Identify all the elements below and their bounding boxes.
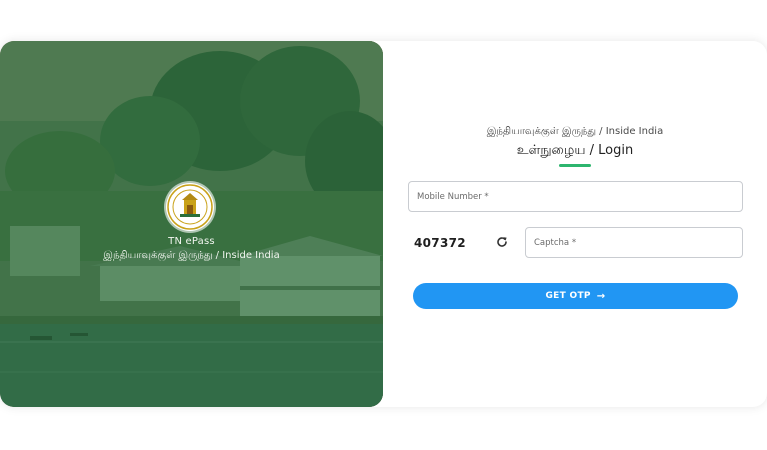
hero-subtitle: இந்தியாவுக்குள் இருந்து / Inside India	[103, 250, 280, 261]
captcha-input[interactable]	[525, 227, 743, 258]
title-underline	[559, 164, 591, 167]
hero-title: TN ePass	[168, 236, 215, 247]
get-otp-label: GET OTP	[545, 291, 591, 301]
hero-panel: TN ePass இந்தியாவுக்குள் இருந்து / Insid…	[0, 41, 383, 407]
refresh-icon[interactable]	[495, 235, 509, 249]
captcha-code: 407372	[414, 236, 466, 250]
mobile-number-input[interactable]	[408, 181, 743, 212]
get-otp-button[interactable]: GET OTP →	[413, 283, 738, 309]
login-card: TN ePass இந்தியாவுக்குள் இருந்து / Insid…	[0, 41, 767, 407]
arrow-right-icon: →	[596, 290, 606, 302]
tamil-nadu-emblem-icon	[166, 183, 214, 231]
page-title: உள்நுழைய / Login	[516, 143, 634, 158]
form-heading: இந்தியாவுக்குள் இருந்து / Inside India	[486, 126, 664, 137]
